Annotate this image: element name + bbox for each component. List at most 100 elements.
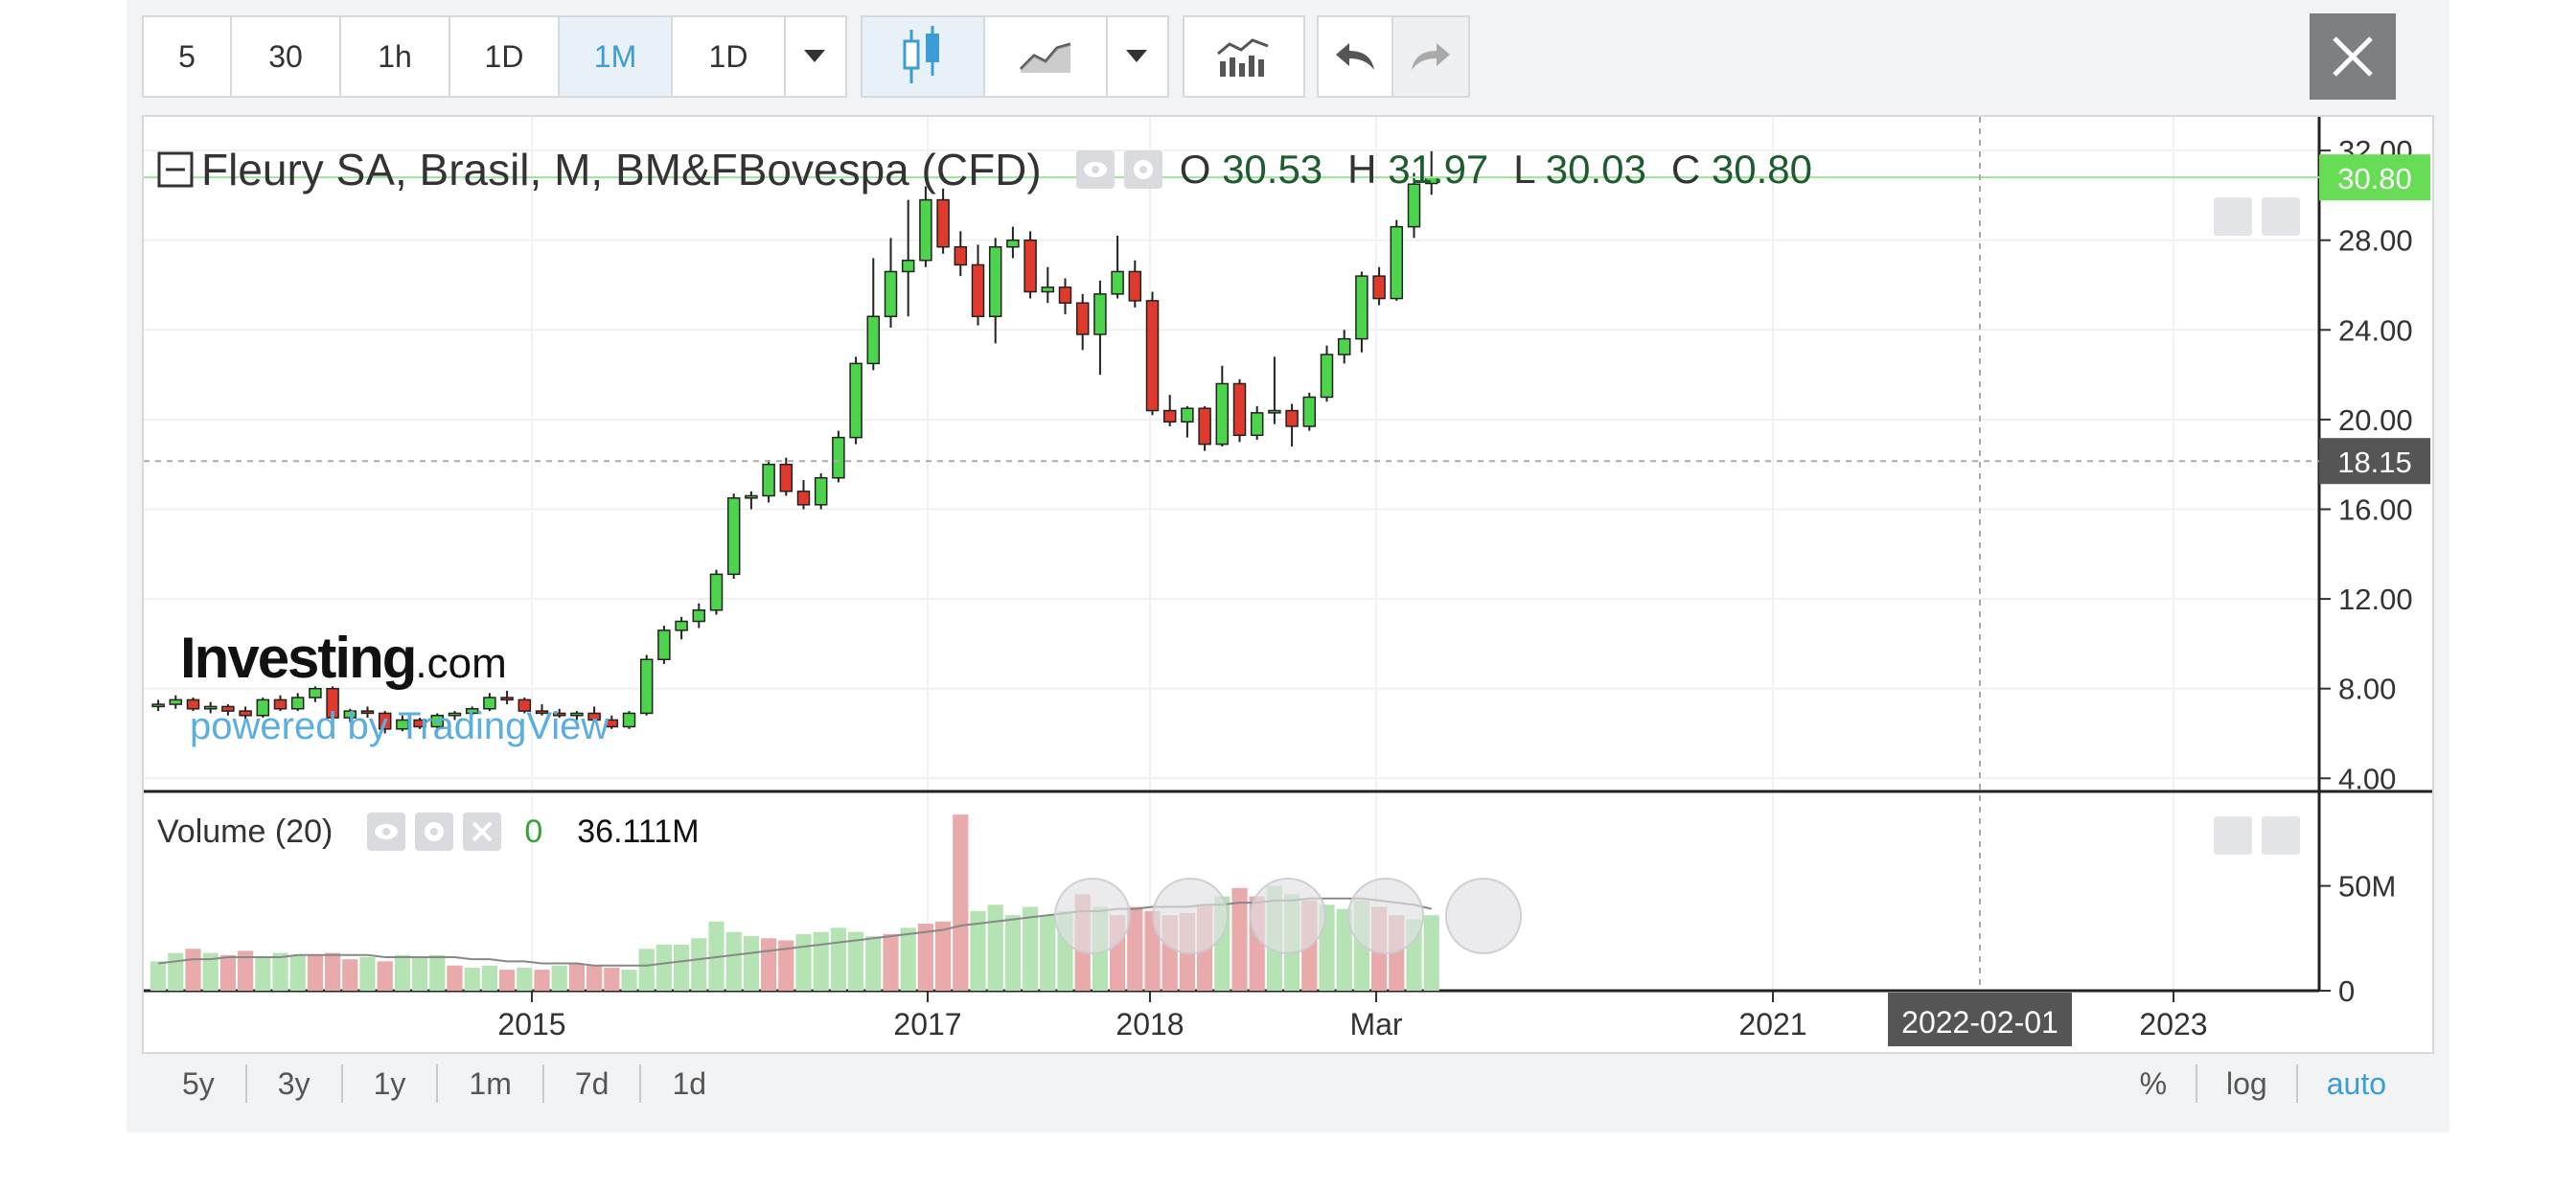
close-button[interactable] — [2310, 13, 2396, 100]
candle-body — [1268, 409, 1281, 414]
candle-body — [1302, 396, 1317, 427]
interval-1d[interactable]: 1D — [450, 17, 560, 96]
volume-bar — [621, 970, 637, 991]
interval-dropdown-value[interactable]: 1D — [673, 17, 786, 96]
candles-style-button[interactable] — [862, 17, 985, 96]
candle-body — [639, 658, 654, 715]
time-tick-label: 2018 — [1116, 1007, 1184, 1041]
candle-body — [169, 698, 183, 705]
volume-bar — [900, 927, 916, 991]
candle-body — [709, 573, 724, 611]
candle-body — [1041, 286, 1055, 293]
range-1m[interactable]: 1m — [438, 1064, 544, 1103]
volume-bar — [883, 933, 899, 991]
collapse-icon[interactable] — [157, 151, 194, 188]
scroll-down-icon[interactable] — [2214, 197, 2252, 236]
volume-eye-icon[interactable] — [367, 812, 406, 851]
zoom-out-button[interactable] — [1152, 878, 1229, 954]
volume-remove-icon[interactable] — [463, 812, 502, 851]
zoom-in-button[interactable] — [1347, 878, 1424, 954]
interval-1m[interactable]: 1M — [560, 17, 673, 96]
volume-bar — [551, 965, 567, 991]
candle-body — [814, 476, 828, 506]
line-style-button[interactable] — [985, 17, 1108, 96]
resize-icon[interactable] — [2262, 197, 2300, 236]
volume-bar — [935, 921, 952, 991]
candle-body — [500, 697, 514, 701]
candlestick-icon — [903, 26, 939, 83]
ohlc-high: H 31.97 — [1347, 147, 1489, 192]
interval-toolbar: 5 30 1h 1D 1M 1D — [142, 15, 847, 98]
volume-bar — [377, 961, 393, 991]
volume-bar — [917, 923, 933, 991]
redo-icon — [1412, 43, 1450, 70]
price-tick-label: 16.00 — [2338, 493, 2413, 527]
indicators-button[interactable] — [1184, 17, 1303, 96]
auto-scale-button[interactable]: auto — [2295, 1064, 2415, 1103]
volume-resize-icon[interactable] — [2262, 816, 2300, 855]
candle-body — [726, 497, 741, 576]
eye-icon[interactable] — [1075, 150, 1115, 189]
volume-bar — [1023, 906, 1039, 991]
volume-bar — [307, 954, 323, 991]
candle-body — [1145, 300, 1160, 412]
price-tick-label: 12.00 — [2338, 583, 2413, 616]
volume-bar — [447, 965, 463, 991]
candle-body — [796, 491, 811, 506]
candle-body — [151, 703, 165, 708]
ohlc-open: O 30.53 — [1179, 147, 1323, 192]
candle-body — [745, 494, 758, 499]
gear-icon[interactable] — [1123, 150, 1162, 189]
volume-bar — [219, 954, 236, 991]
candle-body — [1390, 225, 1404, 300]
ohlc-low: L 30.03 — [1513, 147, 1646, 192]
crosshair-price-label: 18.15 — [2337, 446, 2412, 479]
chart-style-dropdown[interactable] — [1108, 17, 1165, 96]
candle-body — [1198, 407, 1211, 446]
volume-bar — [604, 967, 620, 991]
candle-body — [675, 620, 688, 631]
range-1d[interactable]: 1d — [641, 1064, 737, 1103]
price-tick-label: 8.00 — [2338, 673, 2396, 706]
percent-scale-button[interactable]: % — [2111, 1064, 2196, 1103]
price-tick-label: 24.00 — [2338, 313, 2413, 347]
redo-button[interactable] — [1393, 17, 1468, 96]
ohlc-close: C 30.80 — [1670, 147, 1813, 192]
candle-body — [1093, 293, 1107, 335]
volume-gear-icon[interactable] — [415, 812, 454, 851]
volume-bar — [325, 952, 341, 991]
range-1y[interactable]: 1y — [343, 1064, 439, 1103]
scroll-left-button[interactable] — [1054, 878, 1131, 954]
candle-body — [1111, 270, 1124, 295]
interval-1h[interactable]: 1h — [341, 17, 450, 96]
volume-bar — [499, 970, 516, 991]
reset-button[interactable] — [1250, 878, 1326, 954]
candle-body — [1250, 412, 1264, 437]
volume-bar — [429, 954, 446, 991]
candle-body — [1024, 239, 1037, 293]
range-3y[interactable]: 3y — [247, 1064, 343, 1103]
scroll-right-button[interactable] — [1445, 878, 1522, 954]
scale-buttons: % log auto — [2111, 1064, 2415, 1103]
interval-5[interactable]: 5 — [144, 17, 232, 96]
candle-body — [1232, 382, 1247, 437]
undo-button[interactable] — [1319, 17, 1393, 96]
log-scale-button[interactable]: log — [2196, 1064, 2296, 1103]
range-7d[interactable]: 7d — [544, 1064, 642, 1103]
move-up-icon[interactable] — [2214, 816, 2252, 855]
price-tick-label: 28.00 — [2338, 224, 2413, 258]
range-5y[interactable]: 5y — [151, 1064, 247, 1103]
volume-bar — [656, 944, 672, 991]
interval-dropdown-button[interactable] — [786, 17, 843, 96]
crosshair-date-label: 2022-02-01 — [1901, 1005, 2058, 1040]
candle-body — [779, 463, 794, 492]
powered-by-tradingview[interactable]: powered by TradingView — [190, 705, 609, 748]
candle-body — [954, 245, 968, 266]
candle-body — [1372, 275, 1386, 300]
price-tick-label: 20.00 — [2338, 403, 2413, 437]
indicators-icon — [1217, 38, 1269, 77]
chevron-down-icon — [1126, 50, 1147, 62]
indicators-toolbar — [1183, 15, 1305, 98]
interval-30[interactable]: 30 — [232, 17, 341, 96]
candle-body — [866, 315, 881, 365]
